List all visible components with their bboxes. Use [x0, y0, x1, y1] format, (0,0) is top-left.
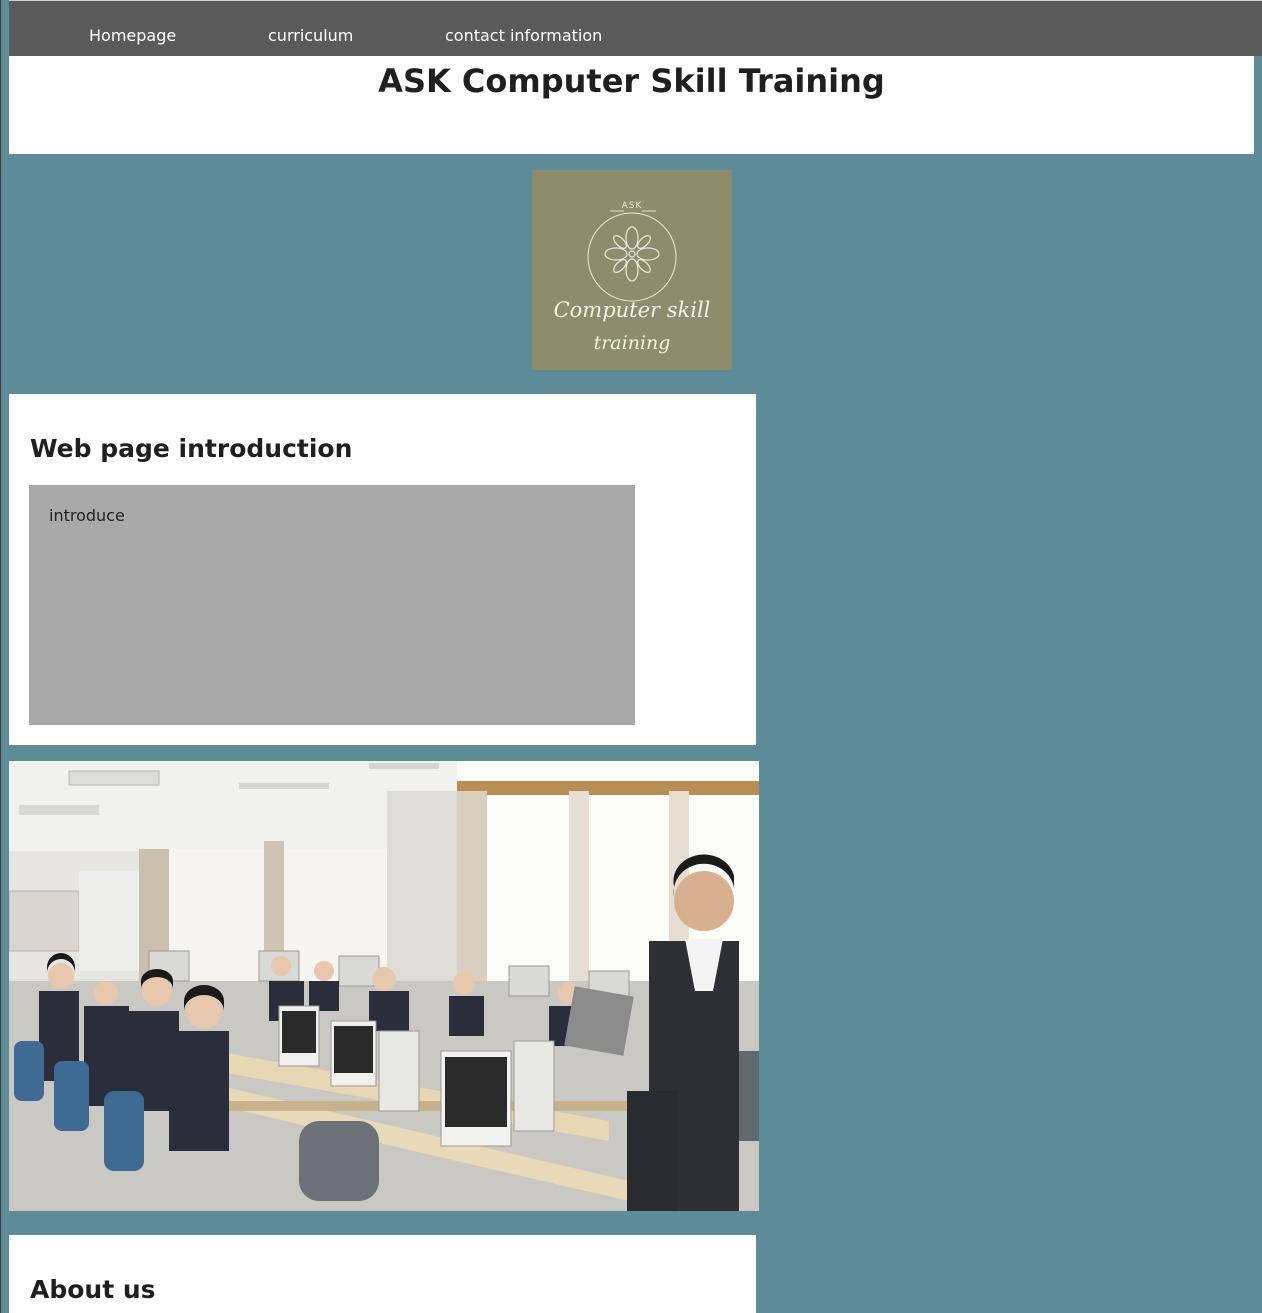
intro-box: introduce: [29, 485, 635, 725]
logo-ask-text: ASK: [621, 201, 643, 211]
about-heading: About us: [30, 1275, 156, 1304]
nav-link-curriculum[interactable]: curriculum: [268, 26, 353, 45]
page: Homepage curriculum contact information …: [0, 0, 1262, 1313]
site-header: ASK Computer Skill Training: [9, 56, 1254, 154]
classroom-illustration: [9, 761, 759, 1211]
classroom-photo: [9, 761, 759, 1211]
logo-line-1: Computer skill: [553, 298, 711, 322]
window-edge: [0, 0, 1, 1313]
nav-link-contact-information[interactable]: contact information: [445, 26, 602, 45]
nav-link-homepage[interactable]: Homepage: [89, 26, 176, 45]
top-navbar: Homepage curriculum contact information: [9, 0, 1262, 56]
intro-section: Web page introduction introduce: [9, 394, 756, 745]
about-section: About us: [9, 1235, 756, 1313]
logo-line-2: training: [593, 332, 671, 354]
site-logo: ASK Computer skill training: [532, 170, 732, 370]
intro-heading: Web page introduction: [30, 434, 353, 463]
site-title: ASK Computer Skill Training: [378, 62, 885, 100]
intro-text: introduce: [49, 506, 125, 525]
